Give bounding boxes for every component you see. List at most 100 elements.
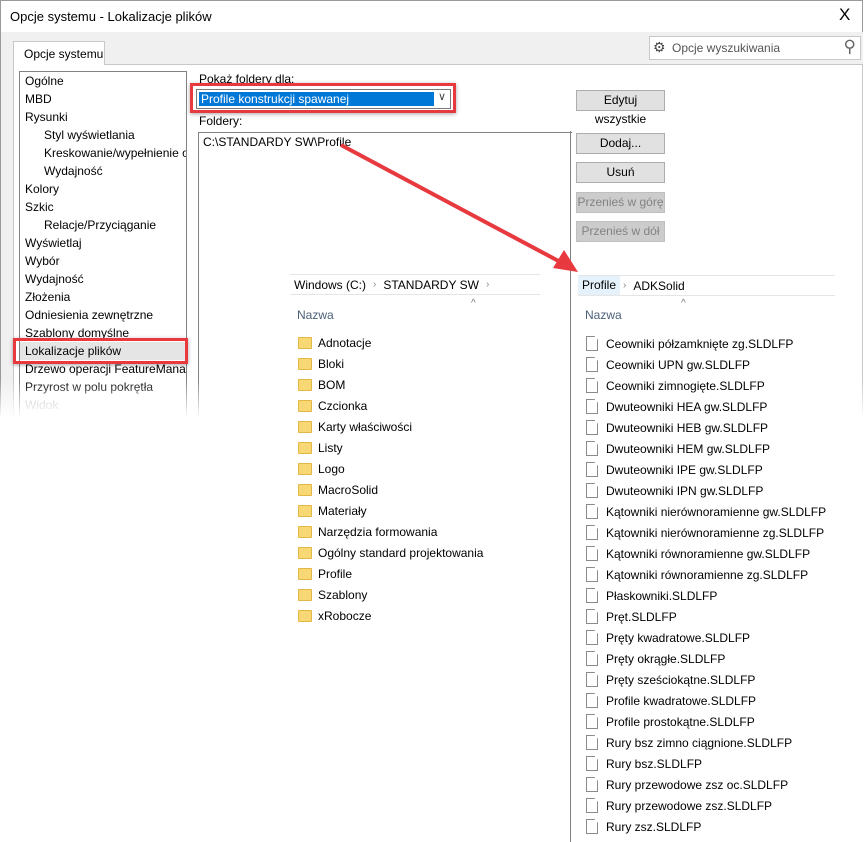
item-label: Ogólny standard projektowania xyxy=(318,545,484,560)
item-label: Pręt.SLDLFP xyxy=(606,609,677,624)
file-icon xyxy=(586,588,598,603)
list-item[interactable]: Dwuteowniki HEM gw.SLDLFP xyxy=(586,438,770,459)
chevron-right-icon: › xyxy=(623,280,627,291)
item-label: Kątowniki nierównoramienne gw.SLDLFP xyxy=(606,504,827,519)
list-item[interactable]: Materiały xyxy=(298,500,367,521)
list-item[interactable]: MacroSolid xyxy=(298,479,378,500)
file-icon xyxy=(586,756,598,771)
file-icon xyxy=(586,378,598,393)
list-item[interactable]: Dwuteowniki IPE gw.SLDLFP xyxy=(586,459,763,480)
item-label: Profile prostokątne.SLDLFP xyxy=(606,714,755,729)
list-item[interactable]: Karty właściwości xyxy=(298,416,412,437)
folder-icon xyxy=(298,525,312,538)
chevron-right-icon: › xyxy=(485,279,490,290)
file-icon xyxy=(586,567,598,582)
list-item[interactable]: Rury zsz.SLDLFP xyxy=(586,816,701,837)
folder-icon xyxy=(298,504,312,517)
item-label: Narzędzia formowania xyxy=(318,524,438,539)
breadcrumb-item[interactable]: ADKSolid xyxy=(629,279,688,293)
list-item[interactable]: Pręt.SLDLFP xyxy=(586,606,677,627)
item-label: Bloki xyxy=(318,356,345,371)
list-item[interactable]: Ceowniki zimnogięte.SLDLFP xyxy=(586,375,765,396)
list-item[interactable]: Logo xyxy=(298,458,345,479)
file-icon xyxy=(586,420,598,435)
folder-icon xyxy=(298,567,312,580)
list-item[interactable]: Płaskowniki.SLDLFP xyxy=(586,585,717,606)
file-icon xyxy=(586,714,598,729)
list-item[interactable]: Rury bsz.SLDLFP xyxy=(586,753,702,774)
list-item[interactable]: Profile xyxy=(298,563,352,584)
item-label: Pręty sześciokątne.SLDLFP xyxy=(606,672,756,687)
list-item[interactable]: Adnotacje xyxy=(298,332,371,353)
item-label: Logo xyxy=(318,461,345,476)
list-item[interactable]: Ceowniki UPN gw.SLDLFP xyxy=(586,354,750,375)
file-icon xyxy=(586,651,598,666)
list-item[interactable]: Dwuteowniki HEB gw.SLDLFP xyxy=(586,417,768,438)
list-item[interactable]: Kątowniki nierównoramienne gw.SLDLFP xyxy=(586,501,826,522)
list-item[interactable]: Kątowniki nierównoramienne zg.SLDLFP xyxy=(586,522,824,543)
file-icon xyxy=(586,609,598,624)
item-label: xRobocze xyxy=(318,608,372,623)
list-item[interactable]: Pręty sześciokątne.SLDLFP xyxy=(586,669,755,690)
item-label: Kątowniki równoramienne gw.SLDLFP xyxy=(606,546,811,561)
file-icon xyxy=(586,504,598,519)
item-label: Profile kwadratowe.SLDLFP xyxy=(606,693,757,708)
list-item[interactable]: Bloki xyxy=(298,353,344,374)
item-label: Ceowniki półzamknięte zg.SLDLFP xyxy=(606,336,794,351)
item-label: Pręty okrągłe.SLDLFP xyxy=(606,651,726,666)
breadcrumb: Profile › ADKSolid xyxy=(578,275,835,296)
item-label: Kątowniki równoramienne zg.SLDLFP xyxy=(606,567,809,582)
folder-icon xyxy=(298,420,312,433)
sort-caret-icon: ^ xyxy=(471,298,476,309)
list-item[interactable]: Rury bsz zimno ciągnione.SLDLFP xyxy=(586,732,792,753)
list-item[interactable]: Rury przewodowe zsz.SLDLFP xyxy=(586,795,772,816)
list-item[interactable]: Profile kwadratowe.SLDLFP xyxy=(586,690,756,711)
list-item[interactable]: Czcionka xyxy=(298,395,367,416)
file-icon xyxy=(586,357,598,372)
list-item[interactable]: Narzędzia formowania xyxy=(298,521,437,542)
list-item[interactable]: BOM xyxy=(298,374,345,395)
list-item[interactable]: Ogólny standard projektowania xyxy=(298,542,483,563)
list-item[interactable]: Kątowniki równoramienne gw.SLDLFP xyxy=(586,543,810,564)
breadcrumb-item[interactable]: Windows (C:) xyxy=(290,278,370,292)
item-label: Rury przewodowe zsz oc.SLDLFP xyxy=(606,777,789,792)
item-label: Rury bsz zimno ciągnione.SLDLFP xyxy=(606,735,793,750)
column-header-name[interactable]: Nazwa xyxy=(585,308,622,322)
folder-icon xyxy=(298,378,312,391)
item-label: Szablony xyxy=(318,587,368,602)
list-item[interactable]: Rury przewodowe zsz oc.SLDLFP xyxy=(586,774,788,795)
item-label: Czcionka xyxy=(318,398,368,413)
list-item[interactable]: Pręty okrągłe.SLDLFP xyxy=(586,648,725,669)
file-icon xyxy=(586,672,598,687)
column-header-name[interactable]: Nazwa xyxy=(297,308,334,322)
item-label: Pręty kwadratowe.SLDLFP xyxy=(606,630,751,645)
breadcrumb-item[interactable]: STANDARDY SW xyxy=(379,278,483,292)
item-label: Rury przewodowe zsz.SLDLFP xyxy=(606,798,773,813)
file-icon xyxy=(586,693,598,708)
file-icon xyxy=(586,441,598,456)
list-item[interactable]: Ceowniki półzamknięte zg.SLDLFP xyxy=(586,333,793,354)
item-label: Profile xyxy=(318,566,353,581)
folder-icon xyxy=(298,441,312,454)
list-item[interactable]: Dwuteowniki HEA gw.SLDLFP xyxy=(586,396,767,417)
item-label: Płaskowniki.SLDLFP xyxy=(606,588,718,603)
breadcrumb: Windows (C:) › STANDARDY SW › xyxy=(290,274,540,295)
item-label: BOM xyxy=(318,377,346,392)
list-item[interactable]: Kątowniki równoramienne zg.SLDLFP xyxy=(586,564,808,585)
breadcrumb-item[interactable]: Profile xyxy=(578,276,621,295)
file-icon xyxy=(586,483,598,498)
list-item[interactable]: Listy xyxy=(298,437,343,458)
item-label: Dwuteowniki HEM gw.SLDLFP xyxy=(606,441,771,456)
list-item[interactable]: Profile prostokątne.SLDLFP xyxy=(586,711,755,732)
chevron-right-icon: › xyxy=(373,279,377,290)
file-icon xyxy=(586,735,598,750)
item-label: Listy xyxy=(318,440,343,455)
file-icon xyxy=(586,462,598,477)
item-label: Adnotacje xyxy=(318,335,372,350)
list-item[interactable]: Szablony xyxy=(298,584,367,605)
file-icon xyxy=(586,798,598,813)
list-item[interactable]: xRobocze xyxy=(298,605,371,626)
list-item[interactable]: Pręty kwadratowe.SLDLFP xyxy=(586,627,750,648)
item-label: Karty właściwości xyxy=(318,419,413,434)
list-item[interactable]: Dwuteowniki IPN gw.SLDLFP xyxy=(586,480,763,501)
